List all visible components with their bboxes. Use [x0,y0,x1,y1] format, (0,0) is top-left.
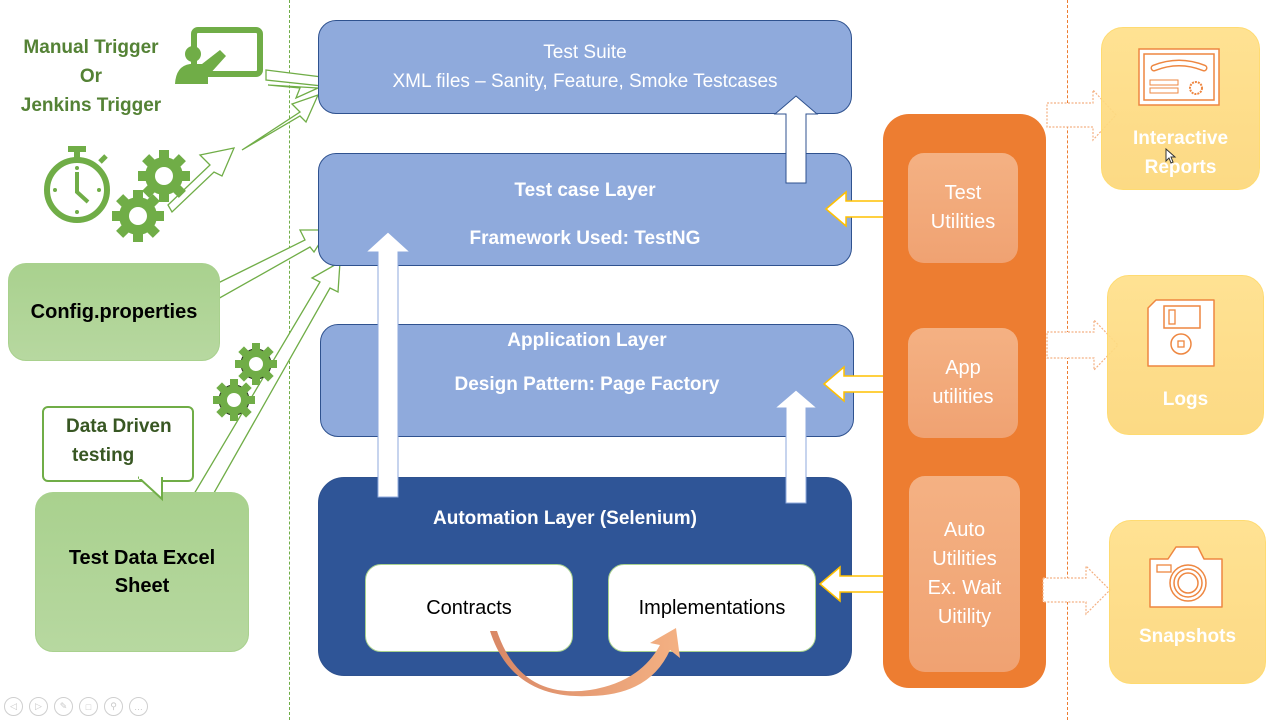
arrow-to-snapshots [1042,564,1111,616]
slide-overview-button[interactable]: □ [79,697,98,716]
more-options-button[interactable]: … [129,697,148,716]
certificate-icon [1138,48,1220,106]
camera-icon [1149,546,1223,608]
logs-box: Logs [1107,275,1264,435]
snapshots-box: Snapshots [1109,520,1266,684]
interactive-reports-box: Interactive Reports [1101,27,1260,190]
previous-slide-button[interactable]: ◁ [4,697,23,716]
floppy-disk-icon [1147,299,1215,367]
output-label: Snapshots [1138,626,1237,647]
output-arrows [1042,88,1119,616]
pen-tool-button[interactable]: ✎ [54,697,73,716]
zoom-button[interactable]: ⚲ [104,697,123,716]
output-label: Interactive [1132,128,1229,149]
output-label: Logs [1162,389,1209,410]
next-slide-button[interactable]: ▷ [29,697,48,716]
output-label: Reports [1144,157,1217,178]
mouse-cursor-icon [1165,148,1177,164]
